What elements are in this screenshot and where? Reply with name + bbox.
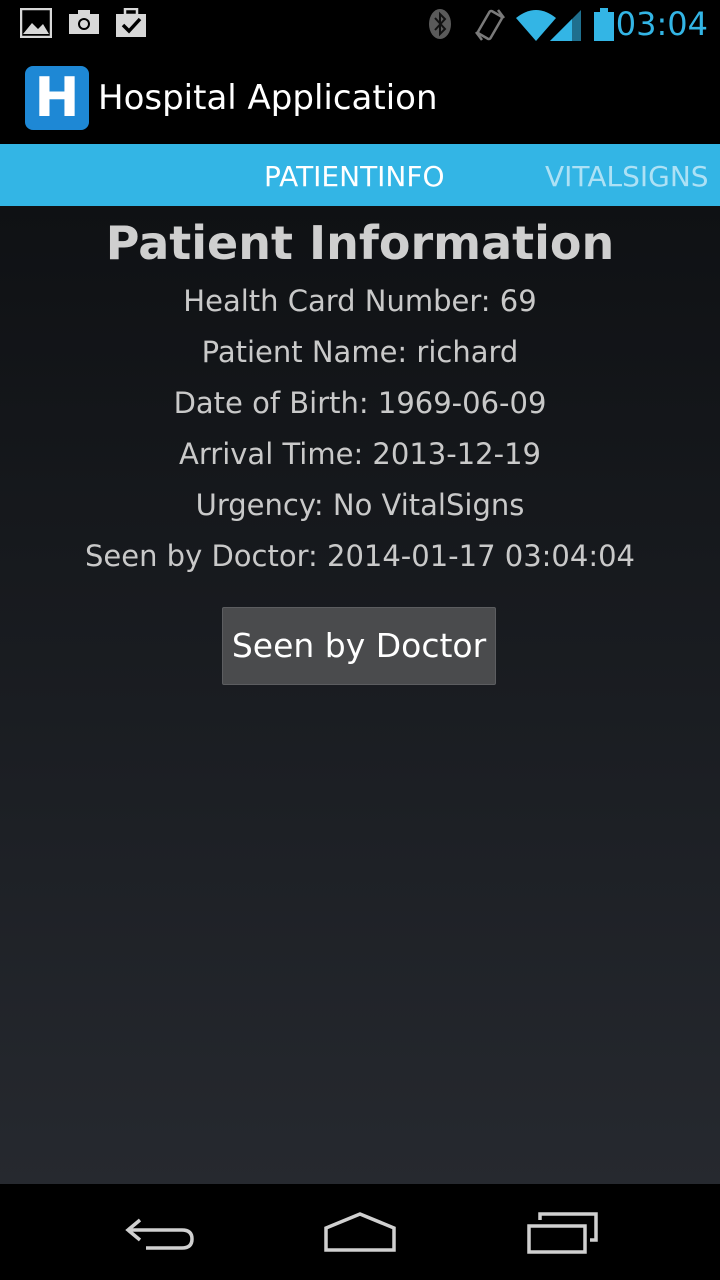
screen: 03:04 H Hospital Application PATIENTINFO…: [0, 0, 720, 1280]
seen-by-doctor-button[interactable]: Seen by Doctor: [222, 607, 496, 685]
arrival-time: Arrival Time: 2013-12-19: [179, 437, 541, 471]
navigation-bar: [0, 1184, 720, 1280]
app-logo-icon[interactable]: H: [25, 66, 89, 130]
action-bar: H Hospital Application: [0, 50, 720, 144]
patient-info-panel: Patient Information Health Card Number: …: [0, 206, 720, 1184]
bluetooth-icon: [428, 8, 452, 45]
patient-name: Patient Name: richard: [201, 335, 519, 369]
back-icon[interactable]: [124, 1216, 196, 1261]
date-of-birth: Date of Birth: 1969-06-09: [173, 386, 547, 420]
status-bar: 03:04: [0, 0, 720, 50]
vibrate-icon: [474, 8, 506, 47]
home-icon[interactable]: [322, 1210, 398, 1259]
picture-icon: [19, 7, 53, 43]
health-card-number: Health Card Number: 69: [183, 284, 537, 318]
battery-icon: [593, 8, 615, 47]
tab-strip: PATIENTINFO VITALSIGNS: [0, 144, 720, 206]
tab-vitalsigns[interactable]: VITALSIGNS: [545, 160, 709, 193]
status-time: 03:04: [615, 5, 708, 43]
camera-icon: [68, 8, 100, 43]
tab-patientinfo[interactable]: PATIENTINFO: [264, 160, 445, 193]
briefcase-check-icon: [115, 7, 147, 43]
recent-apps-icon[interactable]: [526, 1210, 598, 1259]
seen-by-doctor-time: Seen by Doctor: 2014-01-17 03:04:04: [84, 539, 635, 573]
signal-icon: [550, 8, 582, 47]
page-title: Patient Information: [105, 216, 615, 270]
urgency: Urgency: No VitalSigns: [195, 488, 525, 522]
app-title: Hospital Application: [98, 78, 438, 118]
